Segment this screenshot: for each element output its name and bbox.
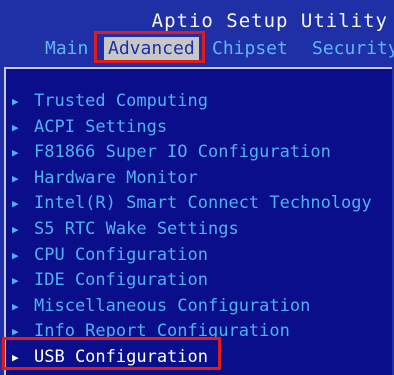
app-title: Aptio Setup Utility <box>151 10 388 32</box>
triangle-right-icon: ▶ <box>12 146 19 160</box>
menu-item-hardware-monitor[interactable]: ▶ Hardware Monitor <box>6 166 392 192</box>
menu-item-label: ACPI Settings <box>34 116 168 137</box>
menu-item-label: Miscellaneous Configuration <box>34 295 311 316</box>
selection-highlight-box <box>2 337 221 370</box>
triangle-right-icon: ▶ <box>12 222 19 236</box>
menu-item-cpu-configuration[interactable]: ▶ CPU Configuration <box>6 243 392 269</box>
menu-item-miscellaneous[interactable]: ▶ Miscellaneous Configuration <box>6 294 392 320</box>
triangle-right-icon: ▶ <box>12 95 19 108</box>
tab-main[interactable]: Main <box>45 37 88 61</box>
triangle-right-icon: ▶ <box>12 248 19 262</box>
menu-item-label: Hardware Monitor <box>34 167 198 188</box>
tab-security[interactable]: Security <box>312 37 394 61</box>
tab-highlight-box <box>94 31 205 63</box>
menu-item-label: Trusted Computing <box>34 91 208 111</box>
bios-screen: Aptio Setup Utility Main Advanced Chipse… <box>0 0 394 375</box>
tab-chipset[interactable]: Chipset <box>212 37 288 61</box>
menu-list: ▶ Trusted Computing ▶ ACPI Settings ▶ F8… <box>6 89 392 371</box>
triangle-right-icon: ▶ <box>12 274 19 288</box>
menu-item-super-io[interactable]: ▶ F81866 Super IO Configuration <box>6 140 392 166</box>
menu-item-ide-configuration[interactable]: ▶ IDE Configuration <box>6 268 392 294</box>
menu-item-acpi-settings[interactable]: ▶ ACPI Settings <box>6 115 392 141</box>
menu-item-trusted-computing[interactable]: ▶ Trusted Computing <box>6 89 392 115</box>
menu-item-label: Intel(R) Smart Connect Technology <box>34 193 372 214</box>
menu-item-label: F81866 Super IO Configuration <box>34 142 331 163</box>
triangle-right-icon: ▶ <box>12 171 19 185</box>
menu-item-label: S5 RTC Wake Settings <box>34 218 239 239</box>
menu-item-rtc-wake[interactable]: ▶ S5 RTC Wake Settings <box>6 217 392 243</box>
triangle-right-icon: ▶ <box>12 299 19 313</box>
triangle-right-icon: ▶ <box>12 197 19 211</box>
menu-item-smart-connect[interactable]: ▶ Intel(R) Smart Connect Technology <box>6 191 392 217</box>
menu-item-label: CPU Configuration <box>34 244 208 265</box>
menu-item-label: IDE Configuration <box>34 270 208 291</box>
main-panel: ▶ Trusted Computing ▶ ACPI Settings ▶ F8… <box>4 67 392 375</box>
triangle-right-icon: ▶ <box>12 120 19 134</box>
